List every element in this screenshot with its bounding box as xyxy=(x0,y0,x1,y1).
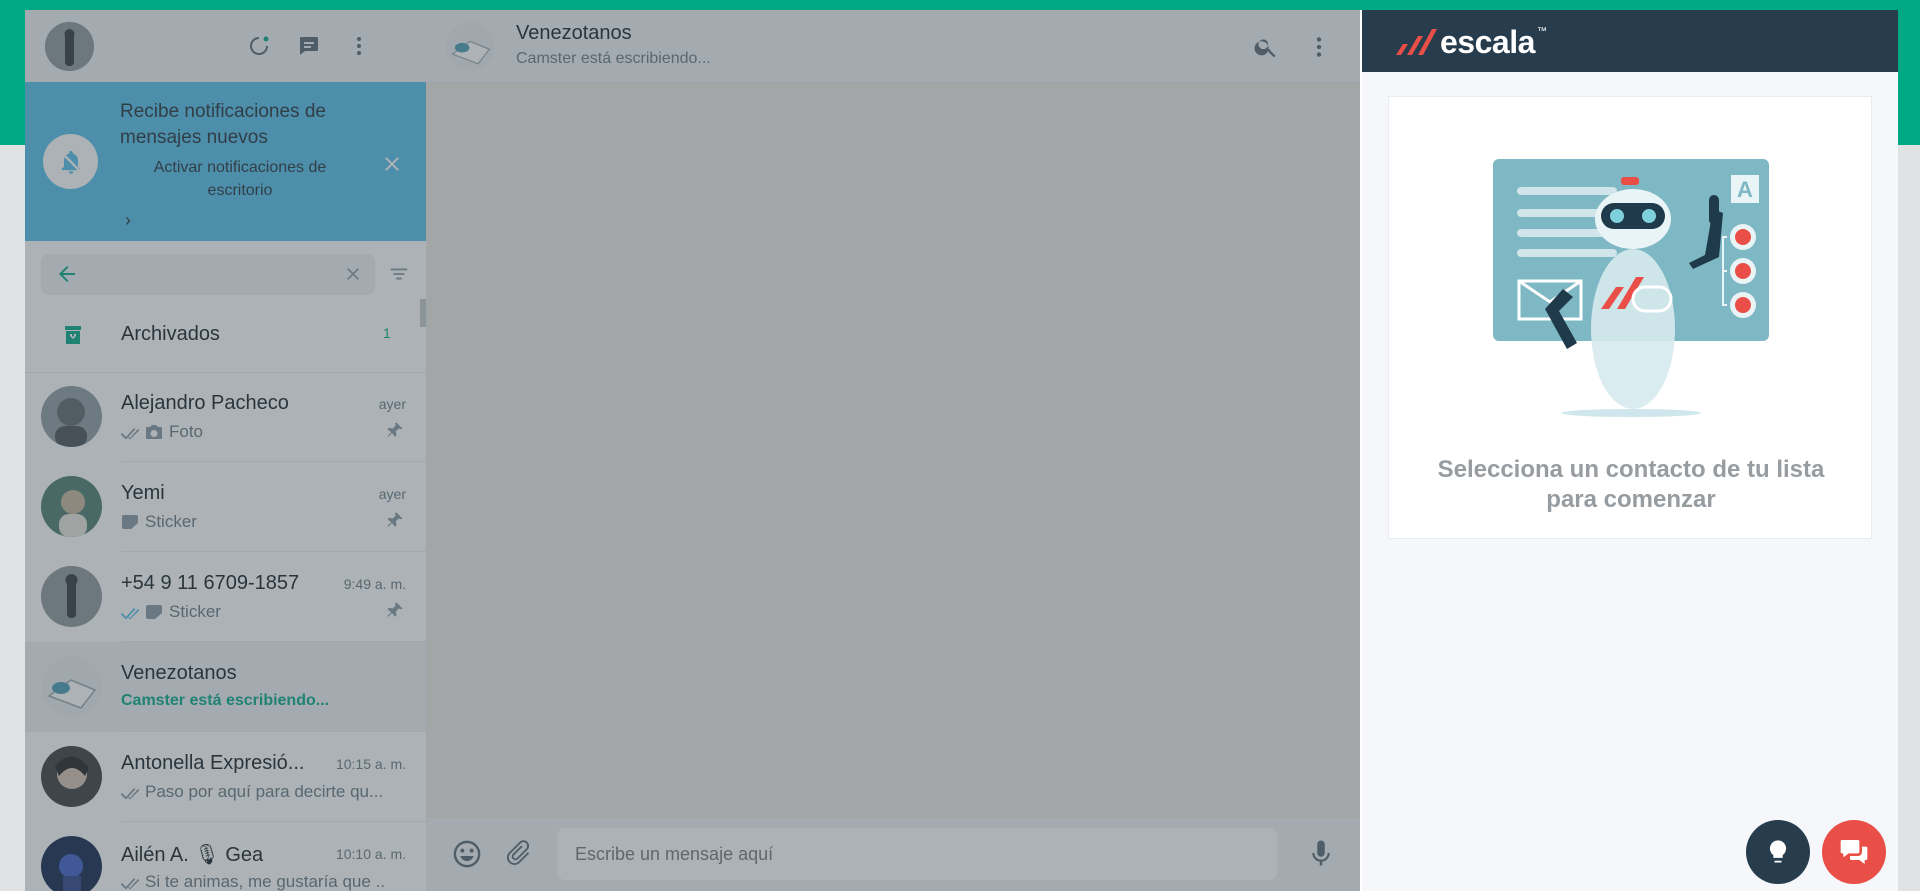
chat-item-active[interactable]: Venezotanos Camster está escribiendo... xyxy=(25,642,426,732)
message-input[interactable] xyxy=(557,828,1277,880)
chat-time: ayer xyxy=(378,396,406,412)
chat-preview: Foto xyxy=(121,422,386,442)
composer xyxy=(426,818,1360,891)
chat-preview: Paso por aquí para decirte qu... xyxy=(121,782,386,802)
illustration-letter: A xyxy=(1737,177,1753,202)
avatar xyxy=(41,476,102,537)
chat-preview: Sticker xyxy=(121,602,386,622)
chat-time: ayer xyxy=(378,486,406,502)
search-icon[interactable] xyxy=(1253,34,1279,60)
chat-name: Alejandro Pacheco xyxy=(121,392,289,414)
chat-item[interactable]: Yemi ayer Sticker xyxy=(25,462,426,552)
notification-banner[interactable]: Recibe notificaciones de mensajes nuevos… xyxy=(25,82,426,241)
avatar xyxy=(41,386,102,447)
chat-time: 9:49 a. m. xyxy=(343,576,406,592)
menu-icon[interactable] xyxy=(1306,34,1332,60)
my-avatar[interactable] xyxy=(45,22,94,71)
avatar xyxy=(41,746,102,807)
escala-logo-icon xyxy=(1396,29,1437,55)
chevron-right-icon[interactable]: › xyxy=(125,210,131,231)
chat-name: Antonella Expresió... xyxy=(121,752,305,774)
status-icon[interactable] xyxy=(245,32,273,60)
conversation-pane: Venezotanos Camster está escribiendo... xyxy=(426,10,1360,891)
chat-preview: Si te animas, me gustaría que ... xyxy=(121,872,386,891)
robot-illustration: A xyxy=(1493,159,1769,419)
archived-row[interactable]: Archivados 1 xyxy=(25,299,426,373)
sticker-icon xyxy=(121,514,139,530)
filter-icon[interactable] xyxy=(388,263,412,287)
chat-name: +54 9 11 6709-1857 xyxy=(121,572,300,594)
chat-item[interactable]: Alejandro Pacheco ayer Foto xyxy=(25,372,426,462)
chat-name: Yemi xyxy=(121,482,165,504)
avatar xyxy=(41,566,102,627)
escala-logo-text: escala xyxy=(1440,23,1535,60)
pin-icon xyxy=(386,511,404,529)
chat-list: Archivados 1 Alejandro Pacheco ayer Foto xyxy=(25,299,426,891)
chat-item[interactable]: Antonella Expresió... 10:15 a. m. Paso p… xyxy=(25,732,426,822)
camera-icon xyxy=(145,424,163,440)
chat-item[interactable]: Ailén A. 🎙 Gea 10:10 a. m. Si te animas,… xyxy=(25,822,426,891)
chat-preview: Sticker xyxy=(121,512,386,532)
escala-header: escala ™ xyxy=(1362,10,1898,72)
search-input[interactable] xyxy=(101,261,335,289)
escala-logo: escala ™ xyxy=(1394,23,1547,60)
chat-bubbles-icon xyxy=(1840,840,1868,864)
pin-icon xyxy=(386,421,404,439)
microphone-icon[interactable] xyxy=(1306,838,1336,868)
new-chat-icon[interactable] xyxy=(295,32,323,60)
empty-state-message: Selecciona un contacto de tu lista para … xyxy=(1437,456,1825,513)
trademark: ™ xyxy=(1536,26,1547,37)
pin-icon xyxy=(386,601,404,619)
archived-label: Archivados xyxy=(121,323,220,345)
conversation-status: Camster está escribiendo... xyxy=(516,50,711,67)
sidebar-header xyxy=(25,10,426,82)
double-check-icon xyxy=(121,605,141,620)
emoji-icon[interactable] xyxy=(451,838,483,870)
conversation-title: Venezotanos xyxy=(516,22,632,44)
conversation-header[interactable]: Venezotanos Camster está escribiendo... xyxy=(426,10,1360,83)
sticker-icon xyxy=(145,604,163,620)
chat-item[interactable]: +54 9 11 6709-1857 9:49 a. m. Sticker xyxy=(25,552,426,642)
clear-icon[interactable] xyxy=(343,264,363,284)
typing-indicator: Camster está escribiendo... xyxy=(121,692,330,709)
avatar xyxy=(41,836,102,891)
lightbulb-icon xyxy=(1769,840,1787,863)
whatsapp-app: Recibe notificaciones de mensajes nuevos… xyxy=(25,10,1360,891)
bell-off-icon xyxy=(43,134,98,189)
double-check-icon xyxy=(121,875,141,890)
chat-time: 10:15 a. m. xyxy=(335,756,406,772)
archive-icon xyxy=(61,323,85,347)
menu-icon[interactable] xyxy=(345,32,373,60)
attach-icon[interactable] xyxy=(504,838,534,868)
close-icon[interactable] xyxy=(380,152,404,176)
back-arrow-icon[interactable] xyxy=(55,262,79,286)
empty-state-card: A Selecciona un contacto de tu lista par… xyxy=(1388,96,1872,539)
notification-title: Recibe notificaciones de mensajes nuevos xyxy=(120,101,326,148)
search-box[interactable] xyxy=(41,254,375,295)
group-avatar[interactable] xyxy=(446,22,495,71)
escala-panel: escala ™ A Selecciona un contacto de tu … xyxy=(1360,10,1898,891)
lightbulb-button[interactable] xyxy=(1746,820,1810,884)
chat-sidebar: Recibe notificaciones de mensajes nuevos… xyxy=(25,10,427,891)
support-chat-button[interactable] xyxy=(1822,820,1886,884)
search-row xyxy=(25,241,426,299)
chat-time: 10:10 a. m. xyxy=(335,846,406,862)
double-check-icon xyxy=(121,425,141,440)
avatar xyxy=(41,656,102,717)
archived-count: 1 xyxy=(383,325,391,341)
chat-name: Ailén A. 🎙 Gea xyxy=(121,844,264,866)
enable-notifications-link[interactable]: Activar notificaciones de escritorio xyxy=(120,156,360,202)
double-check-icon xyxy=(121,785,141,800)
chat-name: Venezotanos xyxy=(121,662,237,684)
